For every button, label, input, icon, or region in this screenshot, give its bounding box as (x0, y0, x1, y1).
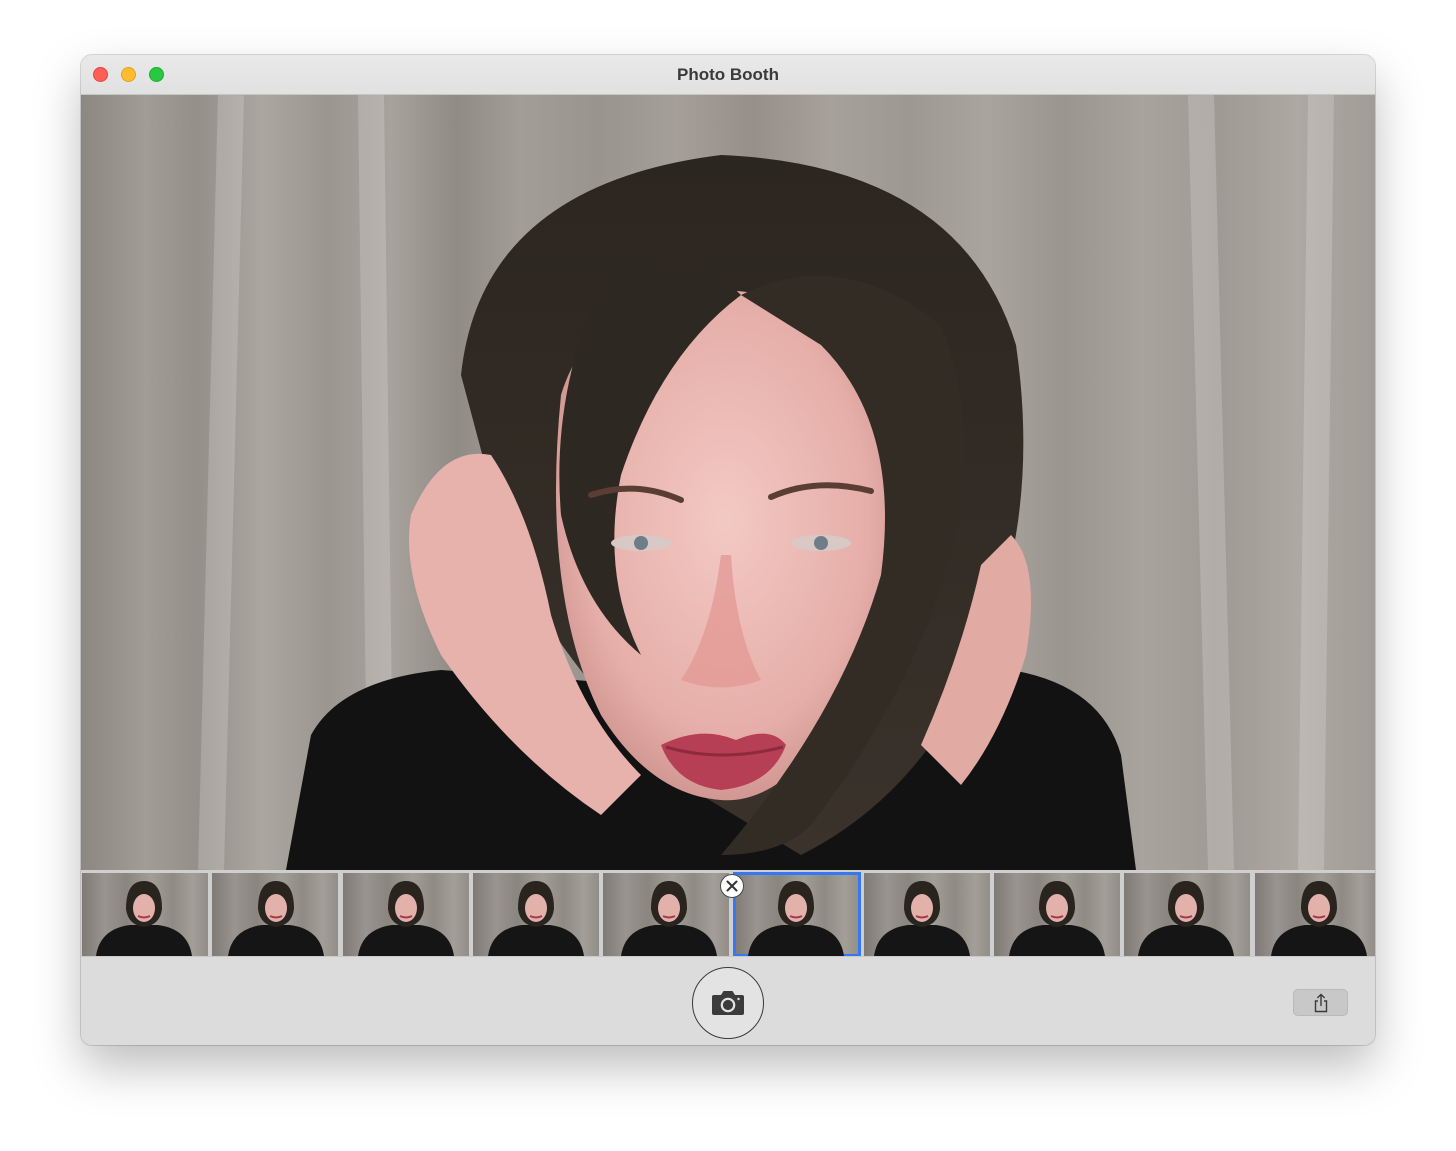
bottom-toolbar (81, 956, 1375, 1045)
thumbnail-image (748, 881, 844, 956)
close-icon (726, 880, 738, 892)
thumbnail-image (228, 881, 324, 956)
thumbnail-image (96, 881, 192, 956)
window-title: Photo Booth (677, 65, 779, 84)
title-bar: Photo Booth (81, 55, 1375, 95)
photo-thumbnail[interactable] (212, 873, 338, 956)
photo-booth-window: Photo Booth (81, 55, 1375, 1045)
thumbnail-image (621, 881, 717, 956)
photo-thumbnail[interactable] (864, 873, 990, 956)
delete-thumbnail-button[interactable] (720, 874, 744, 898)
photo-thumbnail[interactable] (473, 873, 599, 956)
photo-thumbnail[interactable] (603, 873, 729, 956)
thumbnail-image (1009, 881, 1105, 956)
photo-thumbnail[interactable] (343, 873, 469, 956)
take-photo-button[interactable] (692, 967, 764, 1039)
thumbnail-image (1271, 881, 1367, 956)
thumbnail-image (874, 881, 970, 956)
photo-thumbnail[interactable] (733, 872, 861, 957)
photo-thumbnail[interactable] (82, 873, 208, 956)
photo-thumbnail[interactable] (1255, 873, 1375, 956)
share-icon (1314, 993, 1328, 1013)
thumbnail-image (358, 881, 454, 956)
camera-preview (81, 95, 1375, 870)
share-button[interactable] (1293, 989, 1348, 1016)
photo-thumbnail[interactable] (1124, 873, 1250, 956)
thumbnail-image (1138, 881, 1234, 956)
thumbnail-image (488, 881, 584, 956)
camera-icon (712, 991, 744, 1015)
photo-thumbnail[interactable] (994, 873, 1120, 956)
camera-preview-image (198, 95, 1334, 870)
